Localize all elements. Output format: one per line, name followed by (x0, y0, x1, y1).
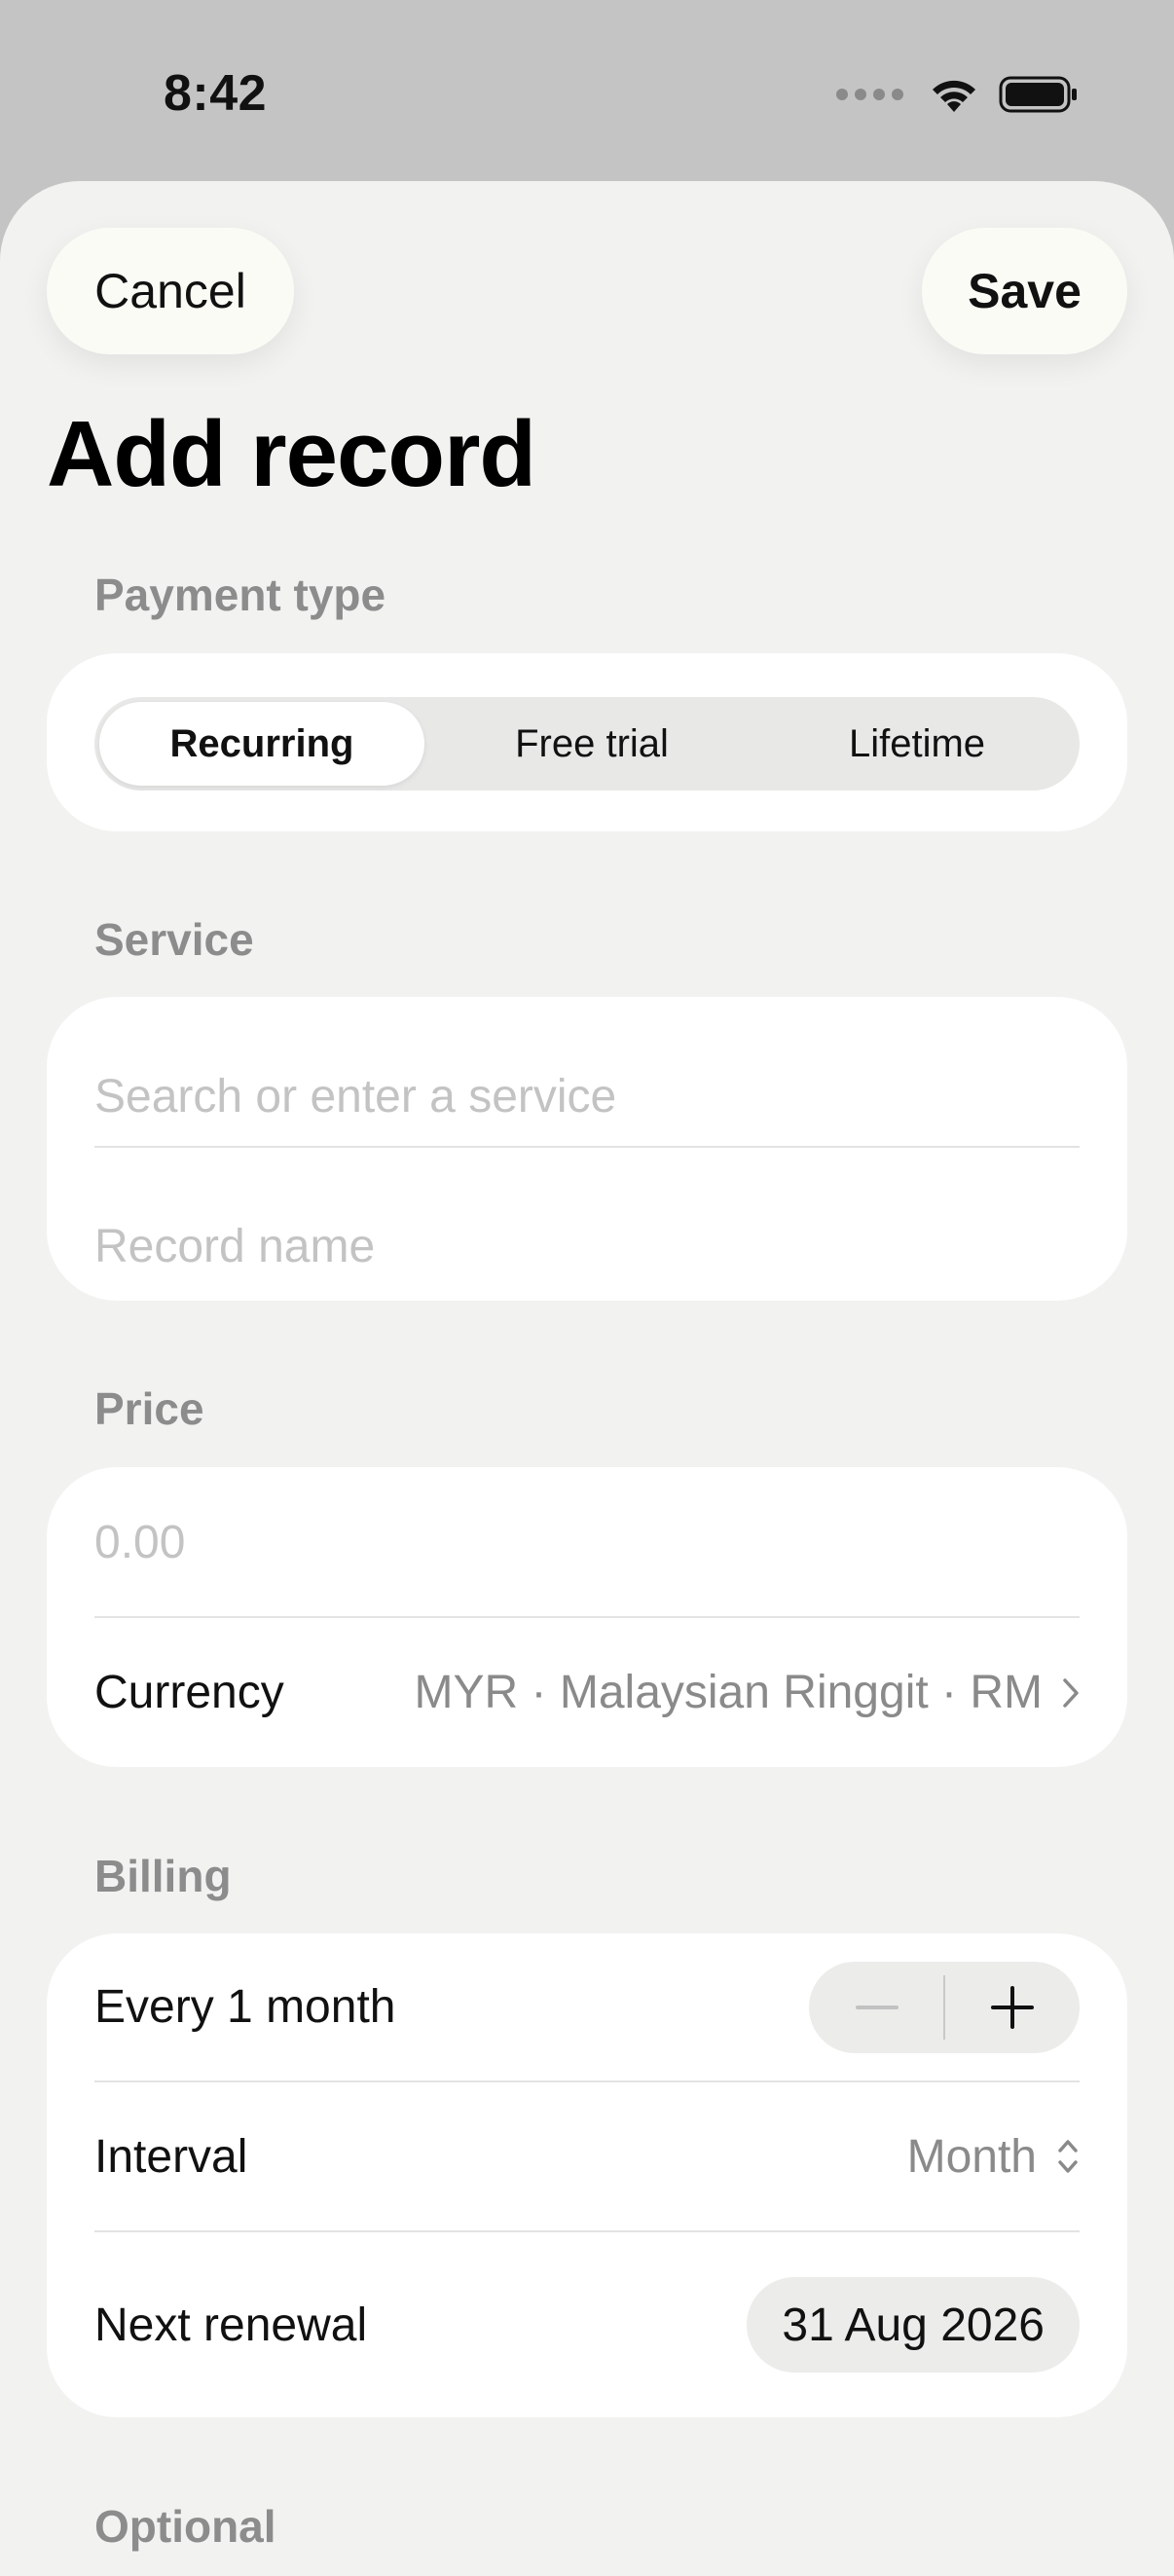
segment-recurring[interactable]: Recurring (99, 702, 424, 786)
interval-row[interactable]: Interval Month (94, 2082, 1080, 2230)
interval-value-group: Month (907, 2130, 1080, 2184)
status-icons (836, 70, 1079, 119)
every-text: Every 1 month (94, 1981, 396, 2033)
segment-lifetime[interactable]: Lifetime (754, 697, 1080, 791)
price-card: 0.00 Currency MYR · Malaysian Ringgit · … (47, 1467, 1127, 1767)
increment-button[interactable] (944, 1962, 1080, 2053)
save-button[interactable]: Save (922, 228, 1127, 354)
service-search-placeholder: Search or enter a service (94, 1070, 617, 1122)
service-card: Search or enter a service Record name (47, 997, 1127, 1301)
price-amount-input[interactable]: 0.00 (94, 1467, 1080, 1617)
stepper-separator (943, 1974, 945, 2040)
optional-label: Optional (94, 2501, 276, 2552)
every-row: Every 1 month (94, 1933, 1080, 2080)
interval-label: Interval (94, 2130, 248, 2183)
price-label: Price (94, 1383, 204, 1434)
cancel-button[interactable]: Cancel (47, 228, 294, 354)
billing-stepper (809, 1961, 1080, 2053)
payment-type-label: Payment type (94, 570, 386, 620)
plus-icon (990, 1985, 1034, 2029)
payment-type-segmented-control: Recurring Free trial Lifetime (94, 697, 1080, 791)
billing-card: Every 1 month Interval Month Next renewa… (47, 1933, 1127, 2417)
divider (94, 1146, 1080, 1148)
billing-label: Billing (94, 1851, 232, 1901)
cellular-signal-icon (836, 89, 903, 100)
record-name-placeholder: Record name (94, 1220, 376, 1272)
wifi-icon (929, 75, 979, 114)
next-renewal-label: Next renewal (94, 2299, 368, 2351)
page-title: Add record (47, 402, 536, 506)
next-renewal-row: Next renewal 31 Aug 2026 (94, 2232, 1080, 2417)
currency-row[interactable]: Currency MYR · Malaysian Ringgit · RM (94, 1618, 1080, 1767)
chevron-up-down-icon (1058, 2140, 1078, 2173)
next-renewal-date-button[interactable]: 31 Aug 2026 (747, 2277, 1080, 2373)
status-bar: 8:42 (0, 0, 1174, 185)
decrement-button[interactable] (809, 1962, 944, 2053)
record-name-input[interactable]: Record name (94, 1197, 1080, 1295)
currency-value: MYR · Malaysian Ringgit · RM (414, 1667, 1043, 1718)
service-search-input[interactable]: Search or enter a service (94, 1048, 1080, 1145)
status-time: 8:42 (164, 65, 268, 122)
service-label: Service (94, 914, 254, 965)
battery-icon (999, 75, 1079, 114)
chevron-right-icon (1063, 1677, 1079, 1708)
interval-value: Month (906, 2130, 1037, 2183)
minus-icon (855, 2005, 899, 2009)
segment-free-trial[interactable]: Free trial (429, 697, 754, 791)
currency-value-group: MYR · Malaysian Ringgit · RM (415, 1666, 1080, 1719)
payment-type-card: Recurring Free trial Lifetime (47, 653, 1127, 831)
currency-label: Currency (94, 1667, 284, 1718)
price-amount-placeholder: 0.00 (94, 1516, 186, 1568)
